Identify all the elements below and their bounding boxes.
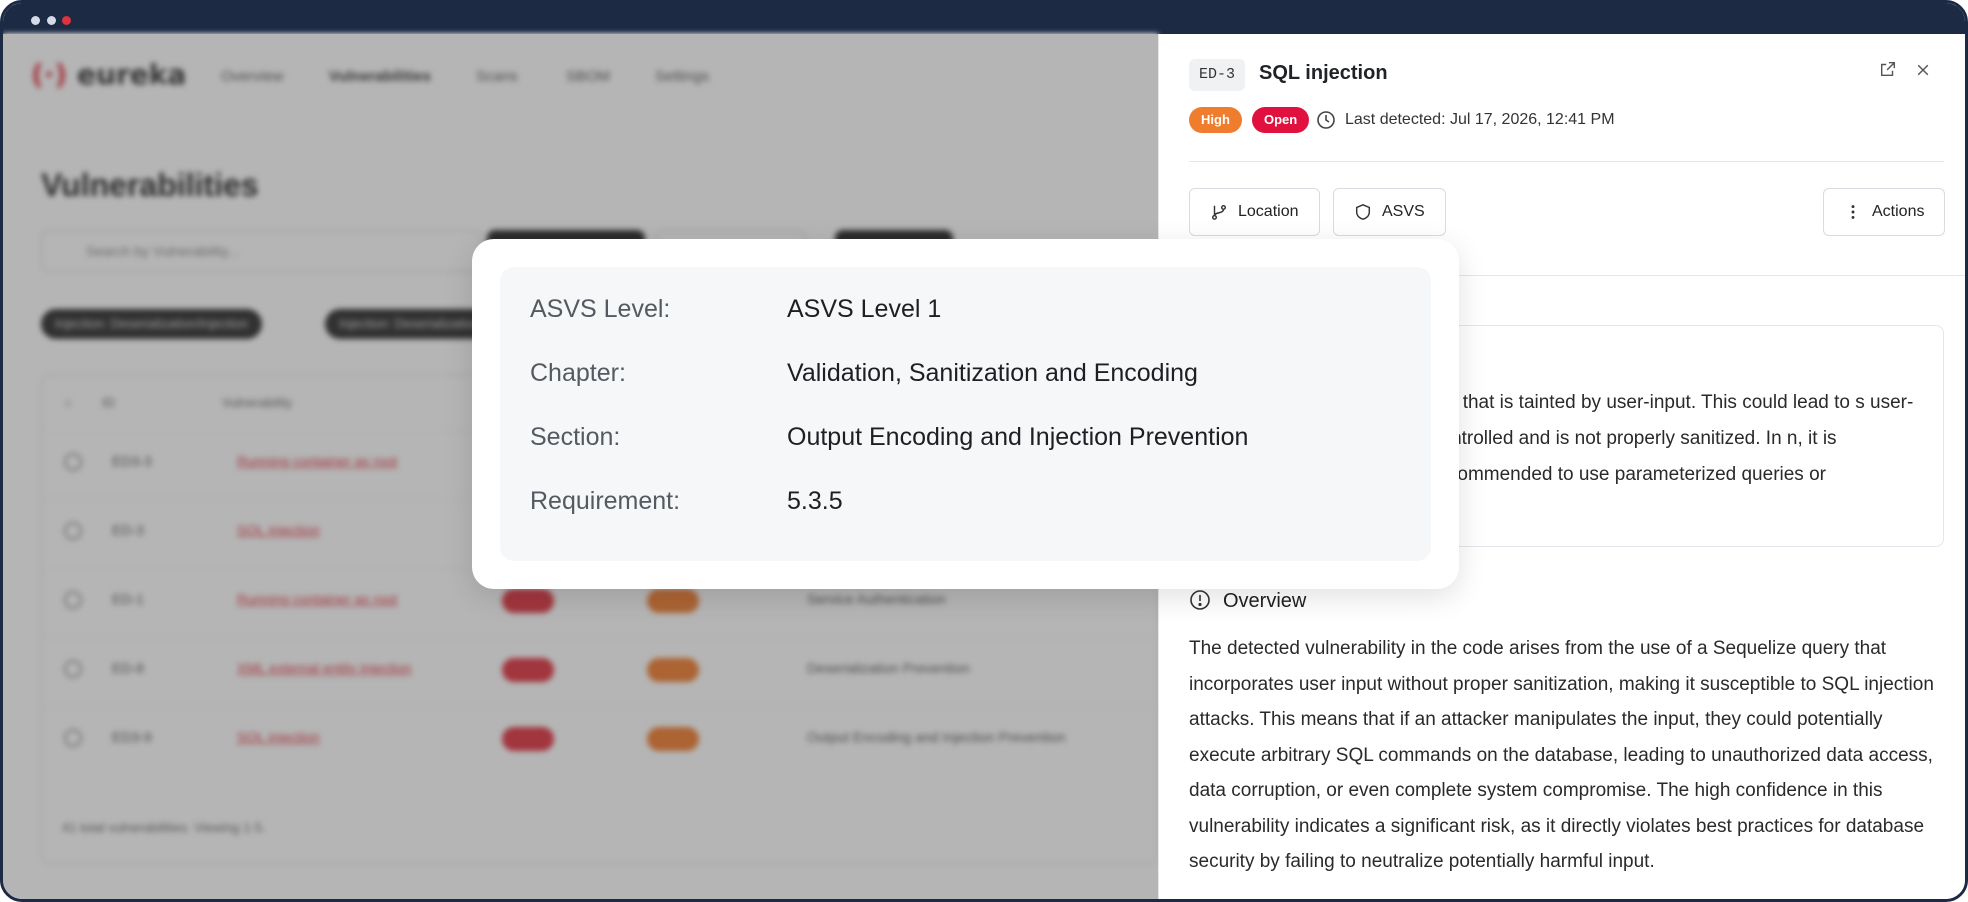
open-external-icon[interactable] <box>1874 58 1902 86</box>
window-control-minimize[interactable] <box>31 16 40 25</box>
actions-button-label: Actions <box>1872 203 1925 220</box>
window-control-close[interactable] <box>62 16 71 25</box>
requirement-row: Requirement: 5.3.5 <box>500 487 1431 527</box>
git-branch-icon <box>1211 204 1227 220</box>
last-detected-text: Last detected: Jul 17, 2026, 12:41 PM <box>1345 111 1615 128</box>
chapter-value: Validation, Sanitization and Encoding <box>787 359 1198 387</box>
asvs-button[interactable]: ASVS <box>1333 188 1446 236</box>
asvs-level-label: ASVS Level: <box>530 295 671 323</box>
status-badge: Open <box>1252 107 1310 133</box>
shield-icon <box>1355 204 1371 220</box>
vulnerability-title: SQL injection <box>1259 62 1388 84</box>
section-value: Output Encoding and Injection Prevention <box>787 423 1249 451</box>
vulnerability-id-tag: ED-3 <box>1189 59 1246 91</box>
overview-heading: Overview <box>1223 590 1307 612</box>
chapter-label: Chapter: <box>530 359 626 387</box>
chapter-row: Chapter: Validation, Sanitization and En… <box>500 359 1431 399</box>
requirement-label: Requirement: <box>530 487 681 515</box>
severity-badge: High <box>1189 107 1242 133</box>
section-label: Section: <box>530 423 621 451</box>
location-button[interactable]: Location <box>1189 188 1320 236</box>
requirement-value: 5.3.5 <box>787 487 843 515</box>
asvs-button-label: ASVS <box>1382 203 1425 220</box>
overview-text: The detected vulnerability in the code a… <box>1189 638 1934 872</box>
asvs-level-value: ASVS Level 1 <box>787 295 942 323</box>
window-control-maximize[interactable] <box>47 16 56 25</box>
more-vertical-icon <box>1851 205 1855 219</box>
actions-button[interactable]: Actions <box>1823 188 1946 236</box>
description-text: ent that is tainted by user-input. This … <box>1431 392 1914 485</box>
location-button-label: Location <box>1238 203 1299 220</box>
app-window: (·) eureka Overview Vulnerabilities Scan… <box>0 0 1968 902</box>
title-bar <box>3 3 1965 34</box>
asvs-popover: ASVS Level: ASVS Level 1 Chapter: Valida… <box>472 239 1459 589</box>
divider <box>1189 161 1944 162</box>
asvs-level-row: ASVS Level: ASVS Level 1 <box>500 295 1431 335</box>
info-circle-icon <box>1190 590 1210 610</box>
close-icon[interactable] <box>1909 58 1937 86</box>
section-row: Section: Output Encoding and Injection P… <box>500 423 1431 463</box>
asvs-details: ASVS Level: ASVS Level 1 Chapter: Valida… <box>500 267 1431 561</box>
clock-icon <box>1317 111 1335 129</box>
